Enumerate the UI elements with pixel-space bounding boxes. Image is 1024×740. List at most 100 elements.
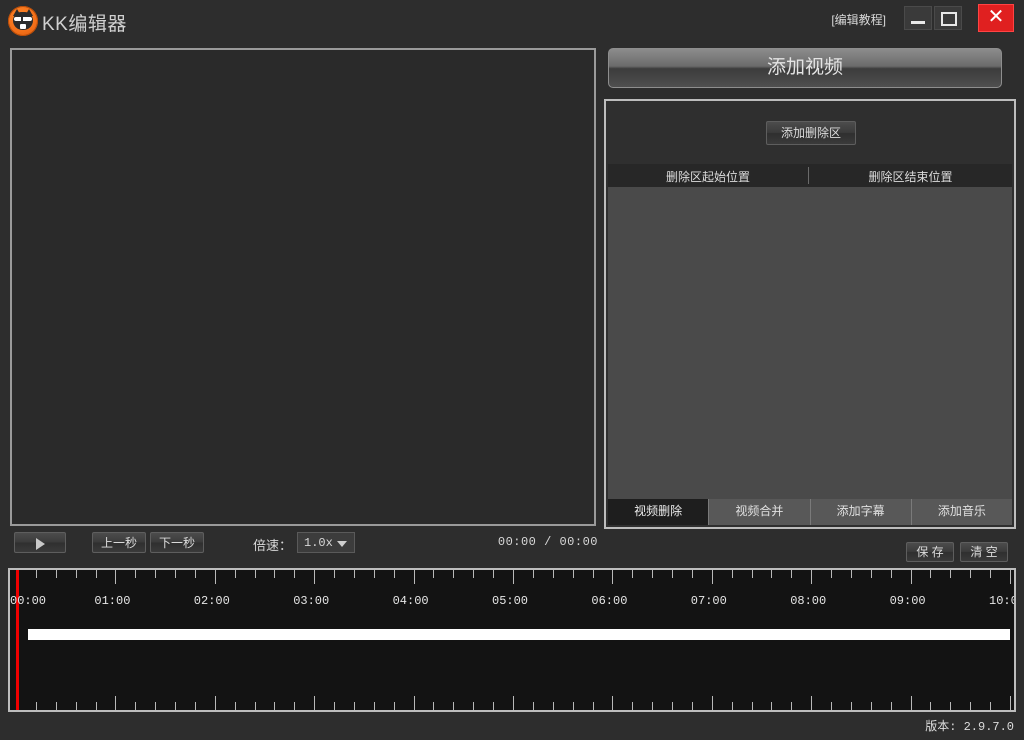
timeline-tick-minor <box>95 570 97 578</box>
timeline-tick-major <box>413 570 415 584</box>
timeline-tick-minor <box>632 570 634 578</box>
clear-button[interactable]: 清 空 <box>960 542 1008 562</box>
panel-tabs: 视频删除 视频合并 添加字幕 添加音乐 <box>608 499 1012 525</box>
timeline-tick-minor <box>135 702 137 710</box>
timeline-tick-major <box>214 696 216 710</box>
timeline-tick-major <box>811 570 813 584</box>
timeline-tick-label: 00:00 <box>10 594 47 608</box>
player-controls: 上一秒 下一秒 倍速： 1.0x 00:00 / 00:00 <box>10 532 600 556</box>
timeline-tick-major <box>711 570 713 584</box>
timeline-ruler-bottom <box>10 688 1014 710</box>
timeline-tick-minor <box>473 570 475 578</box>
timeline-tick-minor <box>552 702 554 710</box>
cat-face-shape <box>13 9 33 30</box>
timeline-tick-minor <box>433 702 435 710</box>
timeline-tick-minor <box>930 570 932 578</box>
cat-ear-right <box>25 9 33 16</box>
timeline-tick-minor <box>691 570 693 578</box>
timeline-tick-label: 02:00 <box>193 594 230 608</box>
save-button[interactable]: 保 存 <box>906 542 954 562</box>
timeline-tick-minor <box>175 570 177 578</box>
timeline-tick-minor <box>373 702 375 710</box>
timeline-tick-label: 06:00 <box>591 594 628 608</box>
timeline-tick-minor <box>254 570 256 578</box>
timeline[interactable]: 00:00 01:00 02:00 03:00 04:00 05:00 06:00 07:00… <box>8 568 1016 712</box>
timeline-tick-label: 08:00 <box>790 594 827 608</box>
speed-selected-value: 1.0x <box>304 536 333 550</box>
timeline-tick-minor <box>234 570 236 578</box>
timeline-tick-major <box>513 570 514 584</box>
timeline-tick-minor <box>751 570 753 578</box>
timeline-tick-minor <box>55 570 57 578</box>
next-second-button[interactable]: 下一秒 <box>150 532 204 553</box>
minimize-button[interactable] <box>904 6 932 30</box>
timeline-tick-minor <box>731 570 733 578</box>
maximize-icon <box>941 12 957 26</box>
timeline-tick-minor <box>473 702 475 710</box>
tab-add-subtitle[interactable]: 添加字幕 <box>809 499 911 525</box>
timeline-tick-minor <box>870 702 872 710</box>
video-preview-area[interactable] <box>10 48 596 526</box>
timeline-tick-minor <box>294 702 296 710</box>
add-delete-region-button[interactable]: 添加删除区 <box>766 121 856 145</box>
timeline-tick-minor <box>194 702 196 710</box>
timeline-tick-minor <box>572 570 574 578</box>
timeline-tick-minor <box>75 570 77 578</box>
timeline-tick-minor <box>771 702 773 710</box>
timeline-tick-minor <box>35 702 37 710</box>
close-button[interactable]: ✕ <box>978 4 1014 32</box>
timeline-tick-minor <box>751 702 753 710</box>
timeline-tick-major <box>612 570 614 584</box>
timeline-tick-minor <box>334 702 336 710</box>
timeline-tick-minor <box>592 570 594 578</box>
timeline-tick-minor <box>970 702 972 710</box>
add-video-button[interactable]: 添加视频 <box>608 48 1002 88</box>
timeline-tick-major <box>1010 570 1011 584</box>
cat-ear-left <box>13 9 21 16</box>
timeline-tick-major <box>214 570 216 584</box>
tab-video-delete[interactable]: 视频删除 <box>608 499 709 525</box>
timeline-tick-minor <box>672 702 674 710</box>
timeline-tick-label: 03:00 <box>293 594 330 608</box>
play-button[interactable] <box>14 532 66 553</box>
timeline-tick-minor <box>532 570 534 578</box>
tutorial-link[interactable]: [编辑教程] <box>831 11 886 28</box>
timeline-tick-major <box>115 696 117 710</box>
region-table-body[interactable] <box>608 187 1012 501</box>
timeline-tick-major <box>413 696 415 710</box>
timeline-tick-minor <box>990 702 992 710</box>
time-display: 00:00 / 00:00 <box>497 535 598 549</box>
timeline-tick-major <box>612 696 614 710</box>
version-label: 版本: 2.9.7.0 <box>925 720 1014 734</box>
timeline-tick-minor <box>353 702 355 710</box>
timeline-tick-minor <box>55 702 57 710</box>
tab-video-merge[interactable]: 视频合并 <box>708 499 810 525</box>
timeline-tick-minor <box>950 702 952 710</box>
timeline-tick-minor <box>990 570 992 578</box>
timeline-tick-minor <box>155 570 157 578</box>
maximize-button[interactable] <box>934 6 962 30</box>
tab-add-music[interactable]: 添加音乐 <box>910 499 1012 525</box>
timeline-tick-minor <box>135 570 137 578</box>
timeline-tick-major <box>711 696 713 710</box>
previous-second-button[interactable]: 上一秒 <box>92 532 146 553</box>
column-header-start: 删除区起始位置 <box>665 170 750 184</box>
timeline-tick-label: 07:00 <box>690 594 727 608</box>
timeline-playhead[interactable] <box>16 570 19 710</box>
timeline-tick-minor <box>890 702 892 710</box>
timeline-tick-minor <box>274 702 276 710</box>
video-track-clip[interactable] <box>28 629 1010 640</box>
timeline-tick-minor <box>731 702 733 710</box>
speed-select[interactable]: 1.0x <box>297 532 355 553</box>
timeline-tick-minor <box>493 702 495 710</box>
timeline-tick-minor <box>652 570 654 578</box>
timeline-tick-minor <box>373 570 375 578</box>
column-header-end: 删除区结束位置 <box>868 170 953 184</box>
play-icon <box>35 537 45 550</box>
timeline-tick-minor <box>254 702 256 710</box>
timeline-tick-minor <box>691 702 693 710</box>
timeline-tick-minor <box>393 570 395 578</box>
timeline-tick-minor <box>572 702 574 710</box>
timeline-tick-minor <box>95 702 97 710</box>
timeline-tick-minor <box>632 702 634 710</box>
